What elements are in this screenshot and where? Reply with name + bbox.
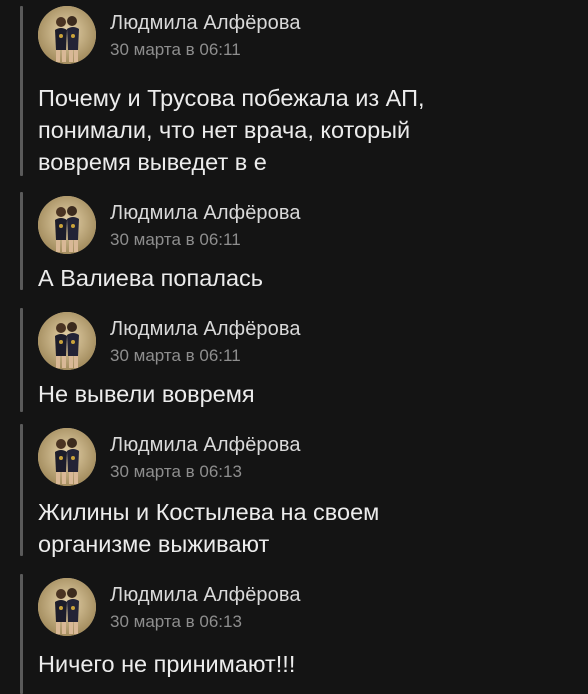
reply-rail	[20, 574, 23, 694]
comment-text: Ничего не принимают!!!	[38, 648, 558, 680]
comment-text-line: Жилины и Костылева на своем	[38, 499, 380, 525]
comment-item: Людмила Алфёрова 30 марта в 06:13 Жилины…	[36, 424, 576, 557]
comment-header: Людмила Алфёрова 30 марта в 06:13	[36, 424, 576, 486]
user-avatar-icon[interactable]	[38, 196, 96, 254]
comment-text-line: понимали, что нет врача, который	[38, 117, 411, 143]
comment-item: Людмила Алфёрова 30 марта в 06:13 Ничего…	[36, 574, 576, 677]
comment-author[interactable]: Людмила Алфёрова	[110, 202, 301, 225]
comment-item: Людмила Алфёрова 30 марта в 06:11 А Вали…	[36, 192, 576, 291]
comment-header: Людмила Алфёрова 30 марта в 06:13	[36, 574, 576, 636]
comment-header: Людмила Алфёрова 30 марта в 06:11	[36, 192, 576, 254]
reply-rail	[20, 424, 23, 556]
comment-text: Жилины и Костылева на своем организме вы…	[38, 496, 558, 560]
comment-text-line: Ничего не принимают!!!	[38, 651, 296, 677]
comment-thread: Людмила Алфёрова 30 марта в 06:11 Почему…	[0, 0, 588, 694]
comment-header: Людмила Алфёрова 30 марта в 06:11	[36, 2, 576, 64]
comment-text-line: Не вывели вовремя	[38, 381, 255, 407]
comment-timestamp[interactable]: 30 марта в 06:13	[110, 612, 242, 632]
comment-text-line: А Валиева попалась	[38, 265, 264, 291]
user-avatar-icon[interactable]	[38, 312, 96, 370]
comment-item: Людмила Алфёрова 30 марта в 06:11 Почему…	[36, 2, 576, 175]
comment-author[interactable]: Людмила Алфёрова	[110, 584, 301, 607]
comment-header: Людмила Алфёрова 30 марта в 06:11	[36, 308, 576, 370]
comment-text-line: Почему и Трусова побежала из АП,	[38, 85, 425, 111]
comment-item: Людмила Алфёрова 30 марта в 06:11 Не выв…	[36, 308, 576, 407]
comment-author[interactable]: Людмила Алфёрова	[110, 318, 301, 341]
comment-text: Не вывели вовремя	[38, 378, 558, 410]
user-avatar-icon[interactable]	[38, 578, 96, 636]
comment-text-line: вовремя выведет в е	[38, 149, 267, 175]
user-avatar-icon[interactable]	[38, 428, 96, 486]
comment-author[interactable]: Людмила Алфёрова	[110, 434, 301, 457]
comment-timestamp[interactable]: 30 марта в 06:13	[110, 462, 242, 482]
comment-author[interactable]: Людмила Алфёрова	[110, 12, 301, 35]
comment-text-line: организме выживают	[38, 531, 270, 557]
comment-timestamp[interactable]: 30 марта в 06:11	[110, 230, 241, 250]
comment-timestamp[interactable]: 30 марта в 06:11	[110, 346, 241, 366]
comment-text: А Валиева попалась	[38, 262, 558, 294]
comment-text: Почему и Трусова побежала из АП, понимал…	[38, 82, 558, 178]
reply-rail	[20, 6, 23, 176]
comment-timestamp[interactable]: 30 марта в 06:11	[110, 40, 241, 60]
user-avatar-icon[interactable]	[38, 6, 96, 64]
reply-rail	[20, 192, 23, 290]
reply-rail	[20, 308, 23, 412]
